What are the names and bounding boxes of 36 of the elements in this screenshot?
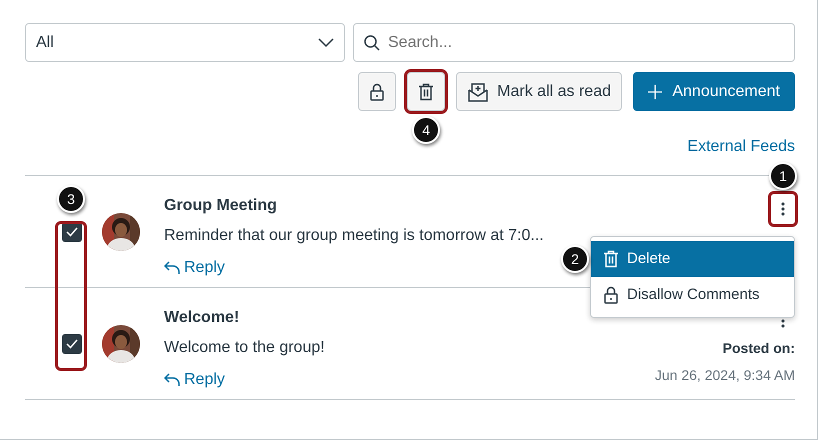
reply-link[interactable]: Reply (164, 368, 225, 392)
more-options-button[interactable] (771, 194, 795, 224)
check-icon (66, 338, 78, 348)
posted-date: Jun 26, 2024, 9:34 AM (654, 366, 795, 385)
reply-arrow-icon (164, 373, 180, 387)
plus-icon (648, 84, 662, 100)
callout-marker: 3 (57, 185, 85, 213)
lock-icon (369, 82, 386, 100)
external-feeds-link[interactable]: External Feeds (687, 135, 795, 159)
envelope-plus-icon (467, 82, 490, 102)
callout-marker: 4 (412, 116, 440, 144)
callout-marker: 2 (561, 245, 589, 273)
announcement-message: Reminder that our group meeting is tomorrow at 7:0... (164, 226, 545, 246)
chevron-down-icon (318, 38, 334, 48)
delete-button[interactable] (407, 72, 446, 111)
posted-label: Posted on: (722, 339, 795, 358)
announcement-message: Welcome to the group! (164, 338, 326, 358)
check-icon (66, 226, 78, 236)
new-announcement-button[interactable]: Announcement (633, 72, 795, 111)
checkbox[interactable] (62, 334, 82, 354)
trash-icon (603, 250, 619, 268)
mark-all-read-button[interactable]: Mark all as read (456, 72, 622, 111)
trash-icon (418, 82, 434, 100)
search-icon (364, 34, 380, 50)
dropdown-value: All (36, 32, 54, 52)
lock-button[interactable] (358, 72, 396, 111)
menu-item[interactable]: Delete (591, 241, 794, 277)
reply-link[interactable]: Reply (164, 256, 225, 280)
search-field[interactable]: Search... (353, 23, 795, 62)
reply-arrow-icon (164, 261, 180, 275)
filter-dropdown[interactable]: All (25, 23, 345, 62)
lock-icon (603, 286, 619, 304)
announcement-title[interactable]: Group Meeting (164, 194, 771, 218)
menu-item[interactable]: Disallow Comments (591, 277, 794, 313)
kebab-icon (781, 202, 785, 216)
callout-marker: 1 (769, 162, 797, 190)
